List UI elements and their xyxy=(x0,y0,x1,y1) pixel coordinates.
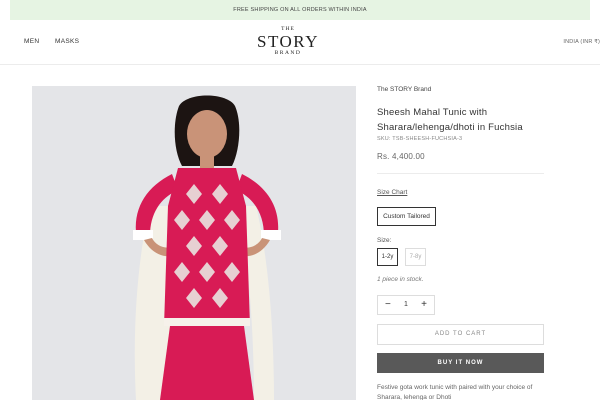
site-header: MEN MASKS THE STORY BRAND INDIA (INR ₹) xyxy=(0,20,600,65)
tunic-hem xyxy=(164,318,250,326)
divider xyxy=(377,173,544,174)
size-option-7-8y[interactable]: 7-8y xyxy=(405,248,426,266)
nav-men[interactable]: MEN xyxy=(24,38,39,45)
quantity-decrease-button[interactable]: − xyxy=(385,299,391,311)
quantity-increase-button[interactable]: + xyxy=(421,299,427,311)
product-sku: SKU: TSB-SHEESH-FUCHSIA-3 xyxy=(377,136,463,142)
currency-selector[interactable]: INDIA (INR ₹) xyxy=(563,39,600,45)
quantity-stepper: − 1 + xyxy=(377,295,435,315)
size-label: Size: xyxy=(377,237,392,244)
tunic xyxy=(164,168,250,326)
face xyxy=(187,110,227,158)
size-chart-link[interactable]: Size Chart xyxy=(377,189,407,196)
add-to-cart-button[interactable]: ADD TO CART xyxy=(377,324,544,345)
quantity-input[interactable]: 1 xyxy=(404,301,408,308)
buy-now-button[interactable]: BUY IT NOW xyxy=(377,353,544,373)
nav-masks[interactable]: MASKS xyxy=(55,38,79,45)
neck xyxy=(200,152,214,168)
product-price: Rs. 4,400.00 xyxy=(377,152,425,161)
logo-main: STORY xyxy=(257,32,319,51)
size-option-1-2y[interactable]: 1-2y xyxy=(377,248,398,266)
logo-bottom: BRAND xyxy=(274,50,302,56)
product-photo-illustration xyxy=(32,86,356,400)
announcement-text: FREE SHIPPING ON ALL ORDERS WITHIN INDIA xyxy=(233,7,367,13)
product-vendor[interactable]: The STORY Brand xyxy=(377,86,431,93)
store-logo[interactable]: THE STORY BRAND xyxy=(240,26,336,57)
custom-tailored-option[interactable]: Custom Tailored xyxy=(377,207,436,226)
sharara xyxy=(160,326,254,400)
stock-status: 1 piece in stock. xyxy=(377,276,424,283)
announcement-bar: FREE SHIPPING ON ALL ORDERS WITHIN INDIA xyxy=(10,0,590,20)
product-description: Festive gota work tunic with paired with… xyxy=(377,384,533,400)
product-title: Sheesh Mahal Tunic with Sharara/lehenga/… xyxy=(377,107,523,133)
product-image[interactable] xyxy=(32,86,356,400)
